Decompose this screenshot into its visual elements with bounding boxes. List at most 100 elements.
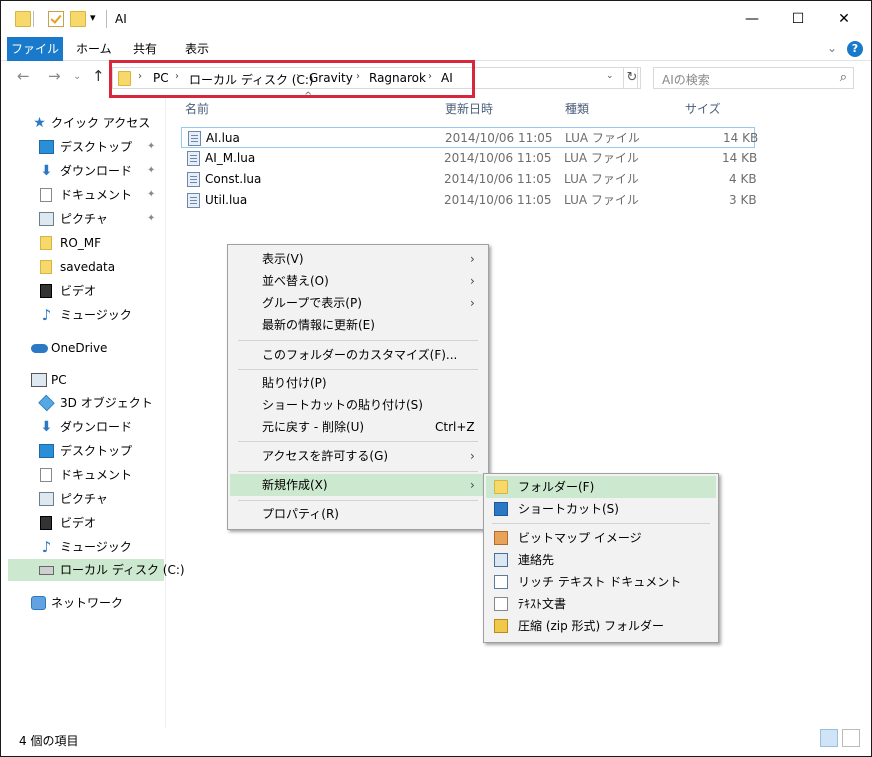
new-folder-icon[interactable]: [70, 11, 86, 27]
file-row[interactable]: Util.lua 2014/10/06 11:05 LUA ファイル 3 KB: [181, 190, 757, 211]
sidebar-item-desktop[interactable]: デスクトップ ✦: [1, 136, 165, 158]
window-title: AI: [115, 12, 127, 26]
help-icon[interactable]: ?: [847, 41, 863, 57]
sidebar-item-music[interactable]: ♪ ミュージック: [1, 304, 165, 326]
menu-item-label: アクセスを許可する(G): [262, 449, 389, 463]
pin-icon[interactable]: ✦: [147, 184, 155, 206]
submenu-item-label: リッチ テキスト ドキュメント: [518, 575, 682, 589]
up-button[interactable]: ↑: [92, 67, 105, 85]
pin-icon[interactable]: ✦: [147, 136, 155, 158]
back-button[interactable]: ←: [17, 67, 30, 85]
chevron-right-icon: ›: [470, 252, 475, 266]
address-highlight-annotation: [109, 60, 475, 98]
submenu-item-shortcut[interactable]: ショートカット(S): [486, 498, 716, 520]
sidebar-item-pictures[interactable]: ピクチャ ✦: [1, 208, 165, 230]
tab-share[interactable]: 共有: [133, 37, 157, 61]
maximize-button[interactable]: ☐: [775, 1, 821, 37]
large-icons-view-icon[interactable]: [842, 729, 860, 747]
submenu-item-label: ビットマップ イメージ: [518, 531, 642, 545]
title-separator: [106, 10, 107, 28]
file-row[interactable]: AI.lua 2014/10/06 11:05 LUA ファイル 14 KB: [181, 127, 758, 148]
menu-separator: [238, 340, 478, 341]
sidebar-item-label: ドキュメント: [60, 468, 133, 482]
refresh-button[interactable]: ↻: [623, 67, 641, 89]
recent-locations-button[interactable]: ⌄: [73, 71, 81, 82]
sidebar-item-savedata[interactable]: savedata: [1, 256, 165, 278]
menu-item-paste-shortcut[interactable]: ショートカットの貼り付け(S): [230, 394, 486, 416]
menu-separator: [238, 471, 478, 472]
sidebar-item-label: 3D オブジェクト: [60, 396, 153, 410]
column-header-size[interactable]: サイズ: [685, 100, 721, 117]
ribbon-expand-icon[interactable]: ⌄: [827, 41, 837, 55]
menu-item-sort[interactable]: 並べ替え(O) ›: [230, 270, 486, 292]
menu-item-properties[interactable]: プロパティ(R): [230, 503, 486, 525]
forward-button[interactable]: →: [48, 67, 61, 85]
file-modified: 2014/10/06 11:05: [444, 172, 552, 186]
sidebar-item-label: ネットワーク: [51, 596, 124, 610]
sidebar-item-desktop-pc[interactable]: デスクトップ: [1, 440, 165, 462]
sidebar-item-quick-access[interactable]: ★ クイック アクセス: [1, 112, 165, 134]
menu-item-undo-delete[interactable]: 元に戻す - 削除(U) Ctrl+Z: [230, 416, 486, 438]
sidebar-item-3d-objects[interactable]: 3D オブジェクト: [1, 392, 165, 414]
submenu-item-folder[interactable]: フォルダー(F): [486, 476, 716, 498]
tab-view[interactable]: 表示: [185, 37, 209, 61]
menu-item-view[interactable]: 表示(V) ›: [230, 248, 486, 270]
sidebar-item-videos-pc[interactable]: ビデオ: [1, 512, 165, 534]
sidebar-item-onedrive[interactable]: OneDrive: [1, 337, 165, 359]
menu-item-label: このフォルダーのカスタマイズ(F)...: [262, 348, 458, 362]
file-type: LUA ファイル: [564, 172, 639, 186]
menu-item-group-by[interactable]: グループで表示(P) ›: [230, 292, 486, 314]
sidebar-item-pictures-pc[interactable]: ピクチャ: [1, 488, 165, 510]
file-type: LUA ファイル: [565, 131, 640, 145]
sidebar-item-label: デスクトップ: [60, 444, 133, 458]
file-size: 3 KB: [729, 193, 757, 207]
menu-item-paste[interactable]: 貼り付け(P): [230, 372, 486, 394]
properties-icon[interactable]: [48, 11, 64, 27]
submenu-item-bitmap[interactable]: ビットマップ イメージ: [486, 527, 716, 549]
search-icon[interactable]: ⌕: [840, 70, 847, 85]
folder-icon[interactable]: [15, 11, 31, 27]
file-name: Const.lua: [205, 172, 262, 186]
pin-icon[interactable]: ✦: [147, 208, 155, 230]
submenu-item-zip-folder[interactable]: 圧縮 (zip 形式) フォルダー: [486, 615, 716, 637]
explorer-window: ▾ AI — ☐ ✕ ファイル ホーム 共有 表示 ⌄ ? ← → ⌄ ↑ › …: [0, 0, 872, 757]
sidebar-item-music-pc[interactable]: ♪ ミュージック: [1, 536, 165, 558]
submenu-item-rich-text[interactable]: リッチ テキスト ドキュメント: [486, 571, 716, 593]
column-header-modified[interactable]: 更新日時: [445, 100, 493, 117]
menu-item-new[interactable]: 新規作成(X) ›: [230, 474, 486, 496]
sidebar-item-pc[interactable]: PC: [1, 369, 165, 391]
file-row[interactable]: Const.lua 2014/10/06 11:05 LUA ファイル 4 KB: [181, 169, 757, 190]
file-row[interactable]: AI_M.lua 2014/10/06 11:05 LUA ファイル 14 KB: [181, 148, 757, 169]
column-header-name[interactable]: 名前: [185, 100, 209, 117]
menu-item-give-access[interactable]: アクセスを許可する(G) ›: [230, 445, 486, 467]
submenu-item-contact[interactable]: 連絡先: [486, 549, 716, 571]
close-button[interactable]: ✕: [821, 1, 867, 37]
sidebar-item-label: ミュージック: [60, 540, 132, 554]
search-box[interactable]: AIの検索 ⌕: [653, 67, 854, 89]
menu-item-label: ショートカットの貼り付け(S): [262, 398, 423, 412]
sidebar-item-local-disk[interactable]: ローカル ディスク (C:): [8, 559, 185, 581]
address-dropdown-icon[interactable]: ⌄: [606, 71, 614, 81]
details-view-icon[interactable]: [820, 729, 838, 747]
sidebar-item-videos[interactable]: ビデオ: [1, 280, 165, 302]
sidebar-item-documents[interactable]: ドキュメント ✦: [1, 184, 165, 206]
pin-icon[interactable]: ✦: [147, 160, 155, 182]
sidebar-item-ro-mf[interactable]: RO_MF: [1, 232, 165, 254]
sidebar-item-network[interactable]: ネットワーク: [1, 592, 165, 614]
menu-item-customize-folder[interactable]: このフォルダーのカスタマイズ(F)...: [230, 344, 486, 366]
sidebar-item-downloads-pc[interactable]: ⬇ ダウンロード: [1, 416, 165, 438]
column-header-type[interactable]: 種類: [565, 100, 589, 117]
tab-home[interactable]: ホーム: [76, 37, 112, 61]
search-placeholder[interactable]: AIの検索: [662, 71, 710, 88]
submenu-item-text-document[interactable]: ﾃｷｽﾄ文書: [486, 593, 716, 615]
customize-quick-access-icon[interactable]: ▾: [90, 11, 96, 24]
menu-item-refresh[interactable]: 最新の情報に更新(E): [230, 314, 486, 336]
video-icon: [40, 516, 52, 530]
sidebar-item-label: ビデオ: [60, 284, 97, 298]
sidebar-item-downloads[interactable]: ⬇ ダウンロード ✦: [1, 160, 165, 182]
chevron-right-icon: ›: [470, 449, 475, 463]
tab-file[interactable]: ファイル: [7, 37, 63, 61]
pc-icon: [31, 373, 47, 387]
minimize-button[interactable]: —: [729, 1, 775, 37]
sidebar-item-documents-pc[interactable]: ドキュメント: [1, 464, 165, 486]
